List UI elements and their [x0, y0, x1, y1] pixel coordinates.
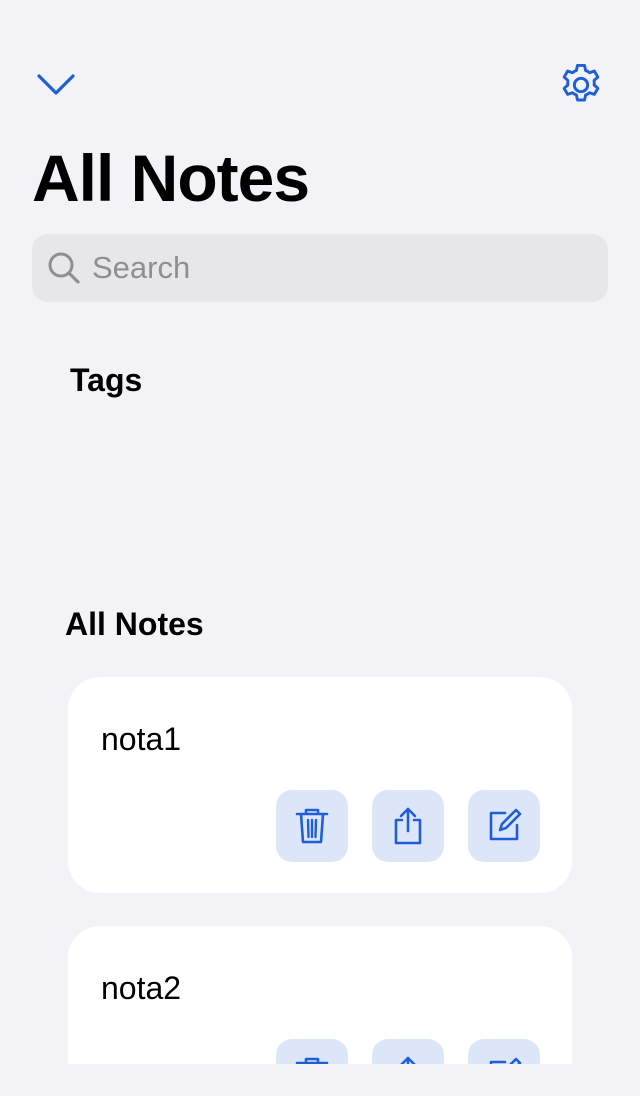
settings-button[interactable]: [554, 58, 608, 112]
search-bar[interactable]: [32, 234, 608, 302]
page-title: All Notes: [32, 141, 310, 215]
notes-section-title: All Notes: [65, 606, 204, 642]
notes-screen: All Notes Tags All Notes nota1: [0, 0, 640, 1096]
note-actions: [276, 790, 540, 862]
share-icon: [394, 807, 422, 845]
scroll-clip: [0, 1064, 640, 1096]
search-input[interactable]: [92, 250, 572, 286]
chevron-down-icon: [37, 74, 75, 95]
note-card[interactable]: nota1: [68, 677, 572, 893]
search-icon: [46, 250, 82, 286]
note-title: nota2: [101, 970, 182, 1006]
collapse-button[interactable]: [34, 66, 78, 102]
note-title: nota1: [101, 721, 182, 757]
tags-section-title: Tags: [70, 362, 143, 398]
delete-button[interactable]: [276, 790, 348, 862]
edit-icon: [489, 808, 522, 841]
gear-icon: [562, 63, 600, 102]
trash-icon: [295, 808, 329, 844]
share-button[interactable]: [372, 790, 444, 862]
edit-button[interactable]: [468, 790, 540, 862]
